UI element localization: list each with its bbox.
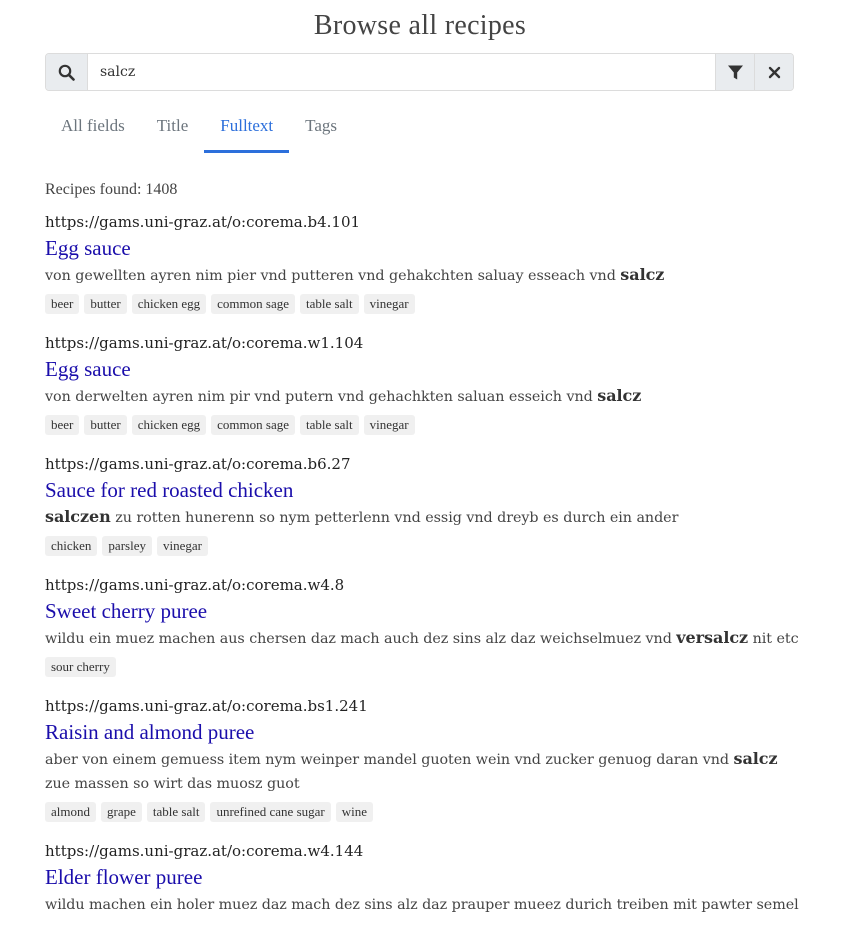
tag-badge[interactable]: common sage bbox=[211, 294, 295, 314]
clear-search-button[interactable] bbox=[754, 54, 793, 90]
result-item: https://gams.uni-graz.at/o:corema.b6.27 S… bbox=[45, 453, 805, 556]
snippet-match-highlight: salcz bbox=[733, 749, 778, 768]
snippet-text: zue massen so wirt das muosz guot bbox=[45, 776, 300, 792]
tab-all-fields[interactable]: All fields bbox=[45, 106, 141, 153]
snippet-text: aber von einem gemuess item nym weinper … bbox=[45, 752, 734, 768]
result-item: https://gams.uni-graz.at/o:corema.w4.144… bbox=[45, 840, 805, 917]
tag-badge[interactable]: grape bbox=[101, 802, 142, 822]
filter-icon bbox=[727, 64, 744, 81]
result-title-link[interactable]: Egg sauce bbox=[45, 354, 805, 384]
result-item: https://gams.uni-graz.at/o:corema.bs1.24… bbox=[45, 695, 805, 822]
result-snippet: wildu machen ein holer muez daz mach dez… bbox=[45, 892, 805, 917]
result-snippet: wildu ein muez machen aus chersen daz ma… bbox=[45, 626, 805, 651]
results-list: https://gams.uni-graz.at/o:corema.b4.101… bbox=[45, 211, 805, 935]
result-snippet: aber von einem gemuess item nym weinper … bbox=[45, 747, 805, 796]
result-url: https://gams.uni-graz.at/o:corema.bs1.24… bbox=[45, 697, 368, 715]
result-title-link[interactable]: Elder flower puree bbox=[45, 862, 805, 892]
result-title-link[interactable]: Raisin and almond puree bbox=[45, 717, 805, 747]
page-title: Browse all recipes bbox=[313, 10, 527, 41]
tag-badge[interactable]: vinegar bbox=[363, 415, 415, 435]
tag-badge[interactable]: vinegar bbox=[363, 294, 415, 314]
search-input[interactable] bbox=[88, 54, 715, 90]
filter-button[interactable] bbox=[715, 54, 754, 90]
result-item: https://gams.uni-graz.at/o:corema.w1.104… bbox=[45, 332, 805, 435]
snippet-text: nit etc bbox=[748, 631, 799, 647]
tab-tags[interactable]: Tags bbox=[289, 106, 353, 153]
result-tags: chicken parsley vinegar bbox=[45, 536, 805, 556]
tag-badge[interactable]: butter bbox=[84, 294, 127, 314]
snippet-text: von derwelten ayren nim pir vnd putern v… bbox=[45, 389, 598, 405]
tab-fulltext[interactable]: Fulltext bbox=[204, 106, 290, 153]
snippet-text: von gewellten ayren nim pier vnd puttere… bbox=[45, 268, 621, 284]
tag-badge[interactable]: parsley bbox=[102, 536, 152, 556]
snippet-match-highlight: salcz bbox=[597, 386, 642, 405]
tag-badge[interactable]: table salt bbox=[300, 415, 359, 435]
search-bar bbox=[45, 53, 794, 91]
result-tags: almond grape table salt unrefined cane suga… bbox=[45, 802, 805, 822]
tag-badge[interactable]: chicken egg bbox=[131, 415, 207, 435]
result-url: https://gams.uni-graz.at/o:corema.w4.144 bbox=[45, 842, 364, 860]
search-field-tabs: All fields Title Fulltext Tags bbox=[45, 106, 353, 153]
result-snippet: von gewellten ayren nim pier vnd puttere… bbox=[45, 263, 805, 288]
result-snippet: salczen zu rotten hunerenn so nym petter… bbox=[45, 505, 805, 530]
close-icon bbox=[768, 66, 781, 79]
result-snippet: von derwelten ayren nim pir vnd putern v… bbox=[45, 384, 805, 409]
tag-badge[interactable]: butter bbox=[84, 415, 127, 435]
results-count: Recipes found: 1408 bbox=[45, 181, 178, 198]
result-url: https://gams.uni-graz.at/o:corema.w1.104 bbox=[45, 334, 364, 352]
result-title-link[interactable]: Sweet cherry puree bbox=[45, 596, 805, 626]
tag-badge[interactable]: table salt bbox=[146, 802, 206, 822]
tab-title[interactable]: Title bbox=[141, 106, 205, 153]
search-icon bbox=[58, 64, 75, 81]
snippet-text: wildu ein muez machen aus chersen daz ma… bbox=[45, 631, 677, 647]
snippet-text: zu rotten hunerenn so nym petterlenn vnd… bbox=[110, 510, 679, 526]
snippet-match-highlight: salcz bbox=[620, 265, 665, 284]
result-item: https://gams.uni-graz.at/o:corema.w4.8 Sw… bbox=[45, 574, 805, 677]
tag-badge[interactable]: unrefined cane sugar bbox=[210, 802, 331, 822]
tag-badge[interactable]: beer bbox=[45, 415, 80, 435]
snippet-match-highlight: salczen bbox=[45, 507, 111, 526]
snippet-text: wildu machen ein holer muez daz mach dez… bbox=[45, 897, 799, 913]
result-tags: beer butter chicken egg common sage table sa… bbox=[45, 294, 805, 314]
result-title-link[interactable]: Sauce for red roasted chicken bbox=[45, 475, 805, 505]
tag-badge[interactable]: table salt bbox=[300, 294, 359, 314]
tag-badge[interactable]: vinegar bbox=[156, 536, 208, 556]
tag-badge[interactable]: common sage bbox=[211, 415, 295, 435]
tag-badge[interactable]: chicken egg bbox=[131, 294, 207, 314]
tag-badge[interactable]: almond bbox=[45, 802, 96, 822]
snippet-match-highlight: versalcz bbox=[676, 628, 749, 647]
tag-badge[interactable]: chicken bbox=[45, 536, 98, 556]
result-item: https://gams.uni-graz.at/o:corema.b4.101… bbox=[45, 211, 805, 314]
result-tags: beer butter chicken egg common sage table sa… bbox=[45, 415, 805, 435]
tag-badge[interactable]: beer bbox=[45, 294, 80, 314]
result-title-link[interactable]: Egg sauce bbox=[45, 233, 805, 263]
search-button[interactable] bbox=[46, 54, 88, 90]
result-url: https://gams.uni-graz.at/o:corema.w4.8 bbox=[45, 576, 345, 594]
result-url: https://gams.uni-graz.at/o:corema.b6.27 bbox=[45, 455, 351, 473]
result-tags: sour cherry bbox=[45, 657, 805, 677]
result-url: https://gams.uni-graz.at/o:corema.b4.101 bbox=[45, 213, 361, 231]
tag-badge[interactable]: wine bbox=[335, 802, 374, 822]
tag-badge[interactable]: sour cherry bbox=[45, 657, 116, 677]
